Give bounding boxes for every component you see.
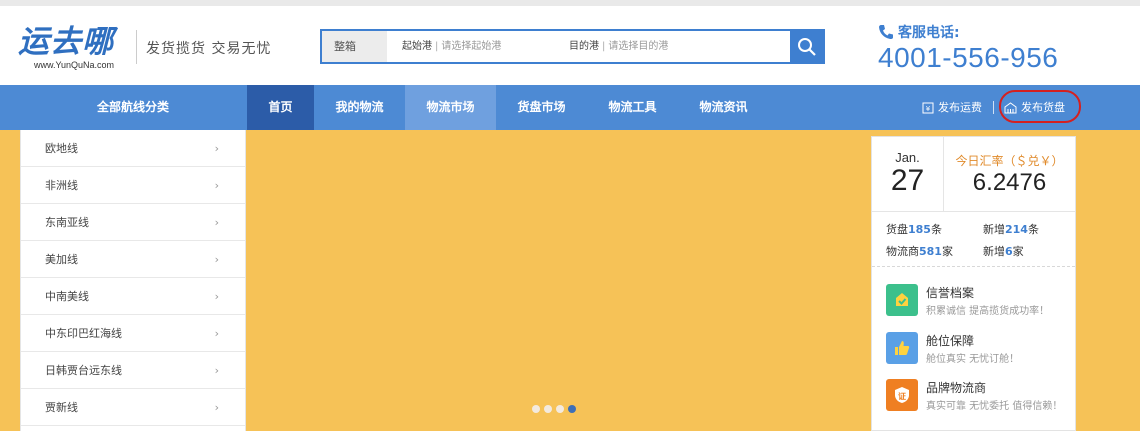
chevron-right-icon: ›	[214, 141, 219, 155]
logo-url: www.YunQuNa.com	[34, 60, 115, 70]
chevron-right-icon: ›	[214, 215, 219, 229]
svg-text:证: 证	[898, 391, 906, 401]
carousel-dot[interactable]	[532, 405, 540, 413]
top-strip	[0, 0, 1140, 6]
nav-cargo-market[interactable]: 货盘市场	[496, 85, 587, 130]
stat-new-logistics: 新增6家	[983, 245, 1024, 258]
chevron-right-icon: ›	[214, 178, 219, 192]
credit-icon	[886, 284, 918, 316]
logo-text: 运去哪	[18, 24, 114, 60]
feature-title: 信誉档案	[926, 286, 975, 300]
sidebar-item-label: 贾新线	[45, 401, 78, 414]
chevron-right-icon: ›	[214, 252, 219, 266]
feature-credit-record[interactable]: 信誉档案 积累诚信 提高揽货成功率！	[886, 282, 1076, 318]
field-separator: |	[602, 41, 606, 52]
main-nav: 全部航线分类 首页 我的物流 物流市场 货盘市场 物流工具 物流资讯 ¥ 发布运…	[0, 85, 1140, 130]
sidebar-item-latin-america[interactable]: 中南美线 ›	[21, 278, 245, 315]
nav-right-divider	[993, 101, 994, 114]
chevron-right-icon: ›	[214, 400, 219, 414]
info-panel: Jan. 27 今日汇率（＄兑￥） 6.2476 货盘185条 新增214条 物…	[871, 136, 1076, 431]
publish-freight-link[interactable]: ¥ 发布运费	[922, 85, 982, 130]
hotline-number: 4001-556-956	[878, 42, 1059, 73]
sidebar-item-europe[interactable]: 欧地线 ›	[21, 130, 245, 167]
svg-text:¥: ¥	[926, 105, 931, 113]
sidebar-item-label: 欧地线	[45, 142, 78, 155]
date-month: Jan.	[895, 150, 920, 165]
feature-space-guarantee[interactable]: 舱位保障 舱位真实 无忧订舱！	[886, 330, 1076, 366]
search-button[interactable]	[790, 31, 823, 62]
feature-subtitle: 真实可靠 无忧委托 值得信赖！	[926, 401, 1063, 412]
nav-logistics-market[interactable]: 物流市场	[405, 85, 496, 130]
dest-port-label: 目的港	[569, 41, 599, 52]
freight-icon: ¥	[922, 102, 934, 113]
sidebar-item-sea-singapore[interactable]: 贾新线 ›	[21, 389, 245, 426]
sidebar-item-label: 日韩贾台远东线	[45, 364, 122, 377]
feature-title: 品牌物流商	[926, 381, 987, 395]
feature-subtitle: 舱位真实 无忧订舱！	[926, 354, 1020, 365]
all-routes-category[interactable]: 全部航线分类	[20, 85, 246, 130]
stat-new-cargo: 新增214条	[983, 223, 1039, 236]
sidebar-item-label: 中东印巴红海线	[45, 327, 122, 340]
dashed-divider	[872, 266, 1075, 267]
sidebar-item-africa[interactable]: 非洲线 ›	[21, 167, 245, 204]
publish-freight-label: 发布运费	[938, 101, 982, 114]
hotline-label: 客服电话:	[898, 25, 960, 41]
site-logo[interactable]: 运去哪 www.YunQuNa.com	[18, 24, 130, 72]
carousel-dot-active[interactable]	[568, 405, 576, 413]
search-bar: 整箱 起始港 | 请选择起始港 目的港 | 请选择目的港	[320, 29, 825, 64]
sidebar-item-label: 中南美线	[45, 290, 89, 303]
carousel-dot[interactable]	[544, 405, 552, 413]
sidebar-item-far-east[interactable]: 日韩贾台远东线 ›	[21, 352, 245, 389]
route-category-sidebar: 欧地线 › 非洲线 › 东南亚线 › 美加线 › 中南美线 › 中东印巴红海线 › 日韩贾台…	[20, 130, 246, 431]
nav-logistics-news[interactable]: 物流资讯	[678, 85, 769, 130]
hotline-label-row: 客服电话:	[878, 22, 1098, 42]
nav-my-logistics[interactable]: 我的物流	[314, 85, 405, 130]
search-icon	[797, 37, 816, 56]
thumbs-up-icon	[886, 332, 918, 364]
highlight-circle	[999, 90, 1081, 123]
dest-port-placeholder: 请选择目的港	[608, 41, 669, 52]
date-day: 27	[890, 164, 925, 197]
origin-port-field[interactable]: 起始港 | 请选择起始港	[402, 31, 562, 62]
search-type-select[interactable]: 整箱	[322, 31, 387, 62]
divider	[872, 211, 1075, 212]
slogan: 发货揽货 交易无忧	[146, 41, 272, 57]
sidebar-item-middle-east[interactable]: 中东印巴红海线 ›	[21, 315, 245, 352]
exchange-rate-box: 今日汇率（＄兑￥） 6.2476	[944, 137, 1075, 211]
sidebar-item-label: 美加线	[45, 253, 78, 266]
chevron-right-icon: ›	[214, 289, 219, 303]
sidebar-item-label: 东南亚线	[45, 216, 89, 229]
chevron-right-icon: ›	[214, 326, 219, 340]
feature-title: 舱位保障	[926, 334, 975, 348]
sidebar-item-southeast-asia[interactable]: 东南亚线 ›	[21, 204, 245, 241]
phone-icon	[879, 25, 893, 39]
stat-logistics: 物流商581家	[886, 245, 953, 258]
field-separator: |	[435, 41, 439, 52]
nav-logistics-tools[interactable]: 物流工具	[587, 85, 678, 130]
exchange-rate-label: 今日汇率（＄兑￥）	[955, 154, 1064, 168]
logo-divider	[136, 30, 137, 64]
stat-cargo: 货盘185条	[886, 223, 942, 236]
origin-port-placeholder: 请选择起始港	[441, 41, 502, 52]
certificate-icon: 证	[886, 379, 918, 411]
carousel-dots	[532, 405, 576, 413]
carousel-dot[interactable]	[556, 405, 564, 413]
dest-port-field[interactable]: 目的港 | 请选择目的港	[569, 31, 729, 62]
chevron-right-icon: ›	[214, 363, 219, 377]
nav-home[interactable]: 首页	[247, 85, 314, 130]
feature-subtitle: 积累诚信 提高揽货成功率！	[926, 306, 1050, 317]
feature-brand-logistics[interactable]: 证 品牌物流商 真实可靠 无忧委托 值得信赖！	[886, 377, 1076, 413]
origin-port-label: 起始港	[402, 41, 432, 52]
date-box: Jan. 27	[872, 137, 944, 211]
exchange-rate-value: 6.2476	[972, 169, 1047, 196]
sidebar-item-us-canada[interactable]: 美加线 ›	[21, 241, 245, 278]
hotline: 客服电话: 4001-556-956	[878, 22, 1098, 74]
sidebar-item-label: 非洲线	[45, 179, 78, 192]
